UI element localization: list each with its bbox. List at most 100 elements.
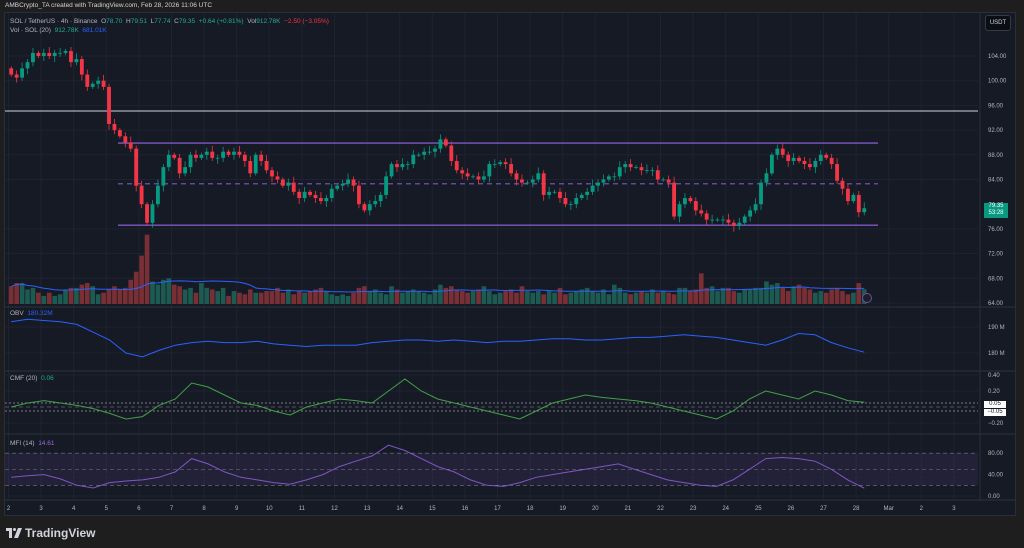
date-tick-label: 2 xyxy=(920,506,924,512)
date-tick-label: 4 xyxy=(72,506,76,512)
volume-bar xyxy=(307,291,313,304)
candle-body xyxy=(340,183,345,186)
candle-body xyxy=(427,151,432,153)
close-value: 79.35 xyxy=(178,18,196,25)
candle-body xyxy=(650,170,655,172)
volume-bar xyxy=(280,292,286,304)
volume-bar xyxy=(269,291,275,304)
candle-body xyxy=(52,52,57,56)
candle-body xyxy=(666,179,671,183)
obv-legend: OBV 180.32M xyxy=(10,310,53,317)
candle-body xyxy=(101,80,106,87)
cmf-label[interactable]: CMF (20) xyxy=(10,375,37,382)
candle-body xyxy=(764,173,769,183)
volume-bar xyxy=(807,289,813,304)
date-tick-label: 28 xyxy=(853,506,860,512)
volume-bar xyxy=(405,291,411,304)
candle-body xyxy=(813,160,818,168)
candle-body xyxy=(465,173,470,177)
candle-body xyxy=(90,83,95,87)
tradingview-logo[interactable]: TradingView xyxy=(6,526,95,540)
price-tick-label: 68.00 xyxy=(988,276,1004,282)
chart-canvas[interactable]: 104.00100.0096.0092.0088.0084.0076.0072.… xyxy=(0,0,1024,548)
alert-icon xyxy=(862,293,872,303)
candle-body xyxy=(688,198,693,202)
symbol-name[interactable]: SOL / TetherUS · 4h · Binance xyxy=(10,18,97,25)
volume-bar xyxy=(209,289,215,304)
currency-button[interactable]: USDT xyxy=(985,15,1011,31)
mfi-tick-label: 0.00 xyxy=(988,494,1000,500)
volume-bar xyxy=(758,287,764,304)
candle-body xyxy=(677,204,682,217)
candle-body xyxy=(835,164,839,181)
candle-body xyxy=(384,176,389,195)
volume-bar xyxy=(840,291,845,304)
volume-bar xyxy=(497,292,503,304)
candle-body xyxy=(188,154,193,168)
candle-body xyxy=(85,74,90,87)
volume-bar xyxy=(628,294,633,304)
candle-body xyxy=(215,157,220,159)
volume-bar xyxy=(525,291,530,304)
candle-body xyxy=(291,182,296,192)
candle-body xyxy=(204,151,209,155)
volume-bar xyxy=(427,294,432,304)
cmf-upper-band-tag: 0.05 xyxy=(984,401,1006,408)
candle-body xyxy=(275,176,280,180)
volume-bar xyxy=(709,286,715,304)
candle-body xyxy=(683,198,687,205)
candle-body xyxy=(558,191,562,199)
mfi-label[interactable]: MFI (14) xyxy=(10,440,35,447)
candle-body xyxy=(628,164,633,168)
volume-bar xyxy=(220,287,226,304)
candle-body xyxy=(324,198,329,202)
candle-body xyxy=(704,213,709,220)
volume-bar xyxy=(845,294,851,304)
cmf-lower-band-tag: −0.05 xyxy=(984,409,1006,416)
candle-body xyxy=(731,222,736,226)
volume-bar xyxy=(117,289,123,304)
volume-indicator-label[interactable]: Vol · SOL (20) xyxy=(10,27,51,34)
volume-bar xyxy=(639,291,644,304)
candle-body xyxy=(634,167,638,168)
candle-body xyxy=(79,59,84,75)
candle-body xyxy=(362,204,367,211)
candle-body xyxy=(498,162,503,165)
candle-body xyxy=(509,164,513,174)
candle-body xyxy=(221,151,226,158)
volume-bar xyxy=(454,289,460,304)
volume-bar xyxy=(546,291,552,304)
candle-body xyxy=(476,176,481,180)
volume-bar xyxy=(237,292,242,304)
obv-tick-label: 180 M xyxy=(988,351,1005,357)
candle-body xyxy=(579,194,584,199)
volume-bar xyxy=(487,291,492,304)
volume-value: 912.78K xyxy=(256,18,281,25)
volume-bar xyxy=(226,295,231,304)
candle-body xyxy=(199,154,204,158)
price-tick-label: 92.00 xyxy=(988,128,1004,134)
candle-body xyxy=(280,179,285,186)
volume-bar xyxy=(155,284,161,304)
volume-bar xyxy=(150,281,155,304)
date-tick-label: 3 xyxy=(952,506,956,512)
volume-bar xyxy=(8,286,14,304)
volume-bar xyxy=(438,284,443,304)
obv-label[interactable]: OBV xyxy=(10,310,24,317)
volume-bar xyxy=(199,283,204,304)
candle-body xyxy=(346,179,350,184)
candle-body xyxy=(726,219,731,223)
volume-bar xyxy=(736,292,742,304)
tradingview-logo-text: TradingView xyxy=(25,526,96,540)
volume-bar xyxy=(595,292,601,304)
candle-body xyxy=(574,198,579,205)
candle-body xyxy=(351,179,356,186)
candle-body xyxy=(710,219,715,221)
candle-body xyxy=(31,52,35,63)
candle-body xyxy=(14,74,19,78)
candle-body xyxy=(639,167,644,171)
candle-body xyxy=(780,148,785,155)
candle-body xyxy=(737,222,742,226)
volume-bar xyxy=(775,283,780,304)
candle-body xyxy=(25,62,30,69)
